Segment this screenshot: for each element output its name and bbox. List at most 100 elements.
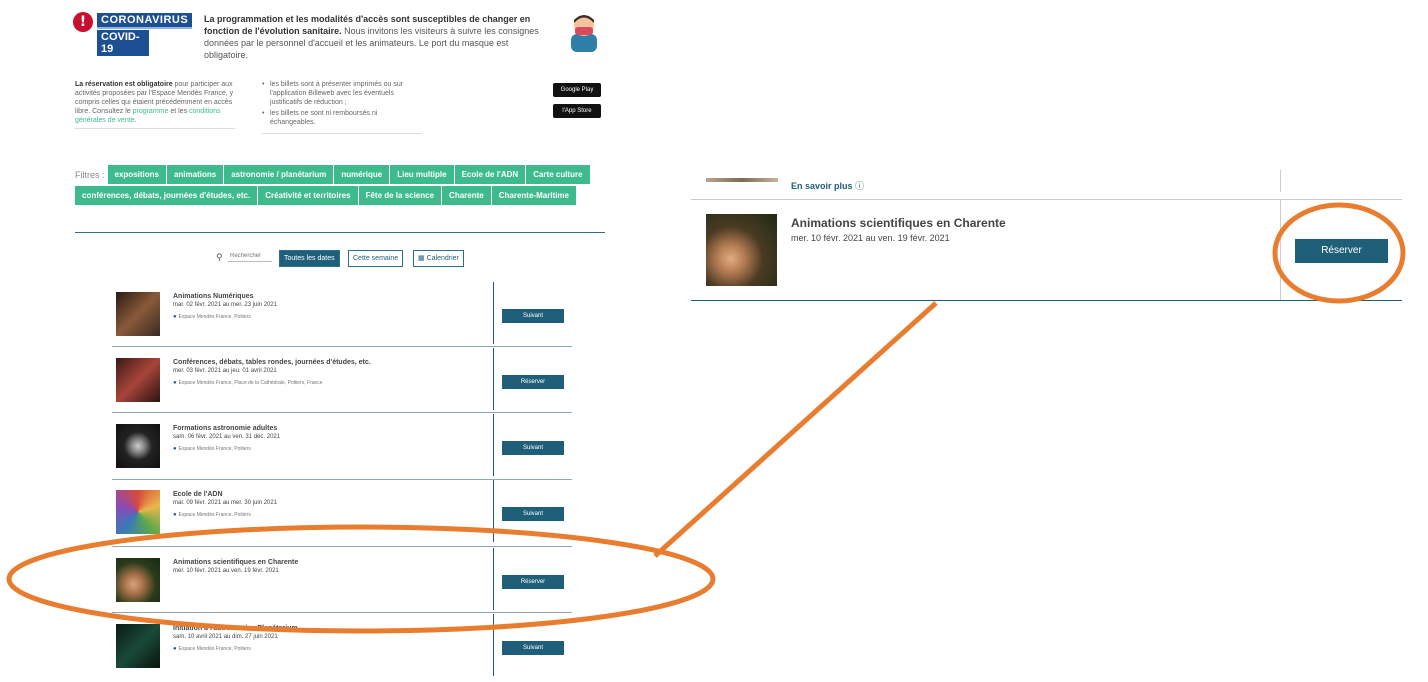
location-pin-icon: ● <box>173 646 177 652</box>
filter-chip[interactable]: Carte culture <box>526 165 590 184</box>
ticket-rule: les billets ne sont ni remboursés ni éch… <box>262 109 422 127</box>
event-location-text: Espace Mendès France, Poitiers <box>178 646 251 652</box>
event-title[interactable]: Animations scientifiques en Charente <box>791 216 1006 230</box>
location-pin-icon: ● <box>173 512 177 518</box>
event-row: Ecole de l'ADN mar. 09 févr. 2021 au mer… <box>112 480 572 548</box>
event-thumbnail[interactable] <box>116 358 160 402</box>
ticket-rule: les billets sont à présenter imprimés ou… <box>262 80 422 107</box>
this-week-button[interactable]: Cette semaine <box>348 250 404 267</box>
search-icon[interactable]: ⚲ <box>216 252 223 263</box>
event-row: Initiation à l'astronomie - Planétarium … <box>112 614 572 682</box>
next-button[interactable]: Suivant <box>502 441 564 455</box>
location-pin-icon: ● <box>173 446 177 452</box>
event-location-text: Espace Mendès France, Poitiers <box>178 314 251 320</box>
covid-notice: La programmation et les modalités d'accè… <box>204 13 544 61</box>
row-divider <box>112 612 572 613</box>
divider <box>493 614 494 676</box>
event-dates: mer. 10 févr. 2021 au ven. 19 févr. 2021 <box>791 233 950 243</box>
divider <box>493 480 494 542</box>
reserve-button[interactable]: Réserver <box>502 575 564 589</box>
filter-bar: Filtres : expositions animations astronomie… <box>75 165 605 207</box>
event-row: Formations astronomie adultes sam. 06 fé… <box>112 414 572 482</box>
more-info-label: En savoir plus <box>791 181 853 191</box>
filter-chip[interactable]: expositions <box>107 165 166 184</box>
row-divider <box>112 479 572 480</box>
event-row: Conférences, débats, tables rondes, jour… <box>112 348 572 416</box>
event-thumbnail[interactable] <box>116 624 160 668</box>
reserve-button[interactable]: Réserver <box>1295 239 1388 263</box>
divider <box>493 282 494 344</box>
event-title[interactable]: Initiation à l'astronomie - Planétarium <box>173 625 298 632</box>
filter-chip[interactable]: astronomie / planétarium <box>224 165 334 184</box>
event-location: ● Espace Mendès France, Poitiers <box>173 314 251 320</box>
ticket-rules: les billets sont à présenter imprimés ou… <box>262 80 422 134</box>
event-dates: mer. 03 févr. 2021 au jeu. 01 avril 2021 <box>173 368 277 374</box>
divider <box>493 414 494 476</box>
event-dates: sam. 06 févr. 2021 au ven. 31 déc. 2021 <box>173 434 281 440</box>
info-circle-icon: ⓘ <box>855 181 865 191</box>
reservation-info: La réservation est obligatoire pour part… <box>75 80 235 129</box>
masked-face-icon <box>571 15 597 52</box>
filter-chip[interactable]: Lieu multiple <box>390 165 454 184</box>
event-title[interactable]: Animations scientifiques en Charente <box>173 559 298 566</box>
row-divider <box>112 346 572 347</box>
filter-chip[interactable]: numérique <box>334 165 390 184</box>
event-dates: mer. 10 févr. 2021 au ven. 19 févr. 2021 <box>173 568 279 574</box>
divider <box>75 232 605 233</box>
app-store-badge[interactable]: l'App Store <box>553 104 601 118</box>
info-icon: ! <box>73 12 93 32</box>
event-title[interactable]: Conférences, débats, tables rondes, jour… <box>173 359 371 366</box>
reservation-bold: La réservation est obligatoire <box>75 81 173 88</box>
filter-chip[interactable]: conférences, débats, journées d'études, … <box>75 186 258 205</box>
event-row: Animations scientifiques en Charente mer… <box>112 548 572 616</box>
all-dates-button[interactable]: Toutes les dates <box>279 250 340 267</box>
event-title[interactable]: Ecole de l'ADN <box>173 491 223 498</box>
calendar-button[interactable]: ▦ Calendrier <box>413 250 464 267</box>
event-thumbnail[interactable] <box>116 558 160 602</box>
next-button[interactable]: Suivant <box>502 309 564 323</box>
annotation-connector <box>653 301 938 558</box>
event-title[interactable]: Animations Numériques <box>173 293 254 300</box>
search-input[interactable] <box>228 251 272 262</box>
filter-chip[interactable]: animations <box>166 165 224 184</box>
event-location-text: Espace Mendès France, Poitiers <box>178 512 251 518</box>
covid19-tag: COVID-19 <box>97 30 149 56</box>
event-location: ● Espace Mendès France, Poitiers <box>173 512 251 518</box>
event-row: Animations Numériques mar. 02 févr. 2021… <box>112 282 572 350</box>
filter-chip[interactable]: Fête de la science <box>358 186 442 205</box>
filter-chip[interactable]: Charente-Maritime <box>491 186 576 205</box>
calendar-icon: ▦ <box>418 255 425 262</box>
filter-chip[interactable]: Charente <box>442 186 491 205</box>
next-button[interactable]: Suivant <box>502 641 564 655</box>
event-thumbnail[interactable] <box>116 424 160 468</box>
event-dates: mar. 09 févr. 2021 au mer. 30 juin 2021 <box>173 500 278 506</box>
next-button[interactable]: Suivant <box>502 507 564 521</box>
event-location-text: Espace Mendès France, Poitiers <box>178 446 251 452</box>
event-thumbnail[interactable] <box>116 292 160 336</box>
reservation-text: et les <box>168 108 190 115</box>
row-divider <box>112 546 572 547</box>
event-title[interactable]: Formations astronomie adultes <box>173 425 277 432</box>
event-dates: mar. 02 févr. 2021 au mer. 23 juin 2021 <box>173 302 278 308</box>
divider <box>1280 200 1281 300</box>
event-thumbnail[interactable] <box>706 214 777 286</box>
event-location: ● Espace Mendès France, Poitiers <box>173 646 251 652</box>
filter-chip[interactable]: Créativité et territoires <box>258 186 358 205</box>
event-location: ● Espace Mendès France, Place de la Cathé… <box>173 380 323 386</box>
filter-label: Filtres : <box>75 170 105 180</box>
calendar-label: Calendrier <box>426 255 459 262</box>
event-location-text: Espace Mendès France, Place de la Cathéd… <box>178 380 323 386</box>
row-divider <box>691 300 1402 301</box>
reservation-text: . <box>134 117 137 124</box>
programme-link[interactable]: programme <box>133 108 169 115</box>
event-dates: sam. 10 avril 2021 au dim. 27 juin 2021 <box>173 634 278 640</box>
row-divider <box>691 199 1402 200</box>
event-thumbnail[interactable] <box>116 490 160 534</box>
reserve-button[interactable]: Réserver <box>502 375 564 389</box>
row-divider <box>112 412 572 413</box>
filter-chip[interactable]: Ecole de l'ADN <box>454 165 526 184</box>
divider <box>493 548 494 610</box>
more-info-link[interactable]: En savoir plus ⓘ <box>791 179 864 192</box>
divider <box>493 348 494 410</box>
google-play-badge[interactable]: Google Play <box>553 83 601 97</box>
